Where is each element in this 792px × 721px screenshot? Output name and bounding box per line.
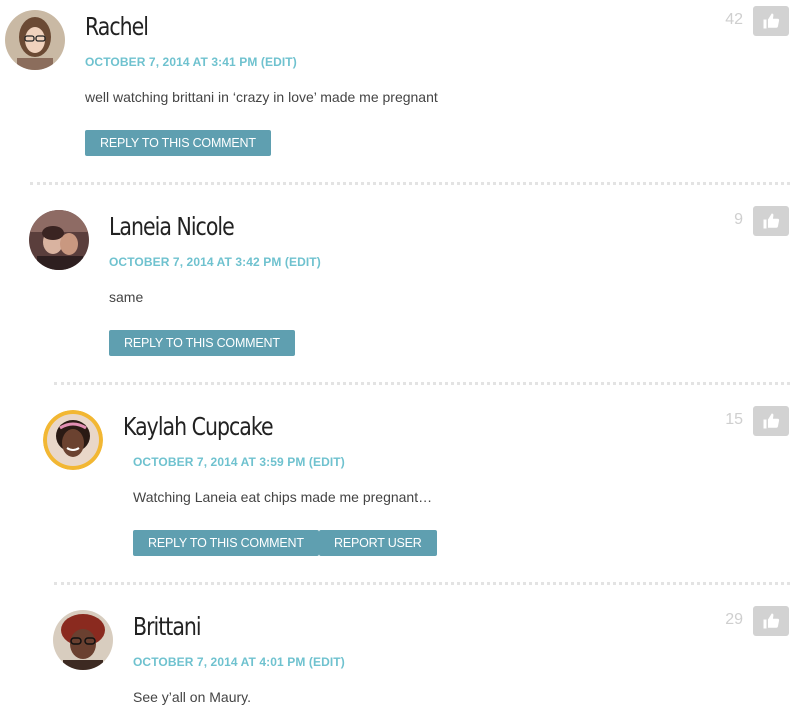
avatar[interactable] bbox=[53, 610, 113, 670]
reply-button[interactable]: REPLY TO THIS COMMENT bbox=[133, 530, 319, 556]
vote-count: 15 bbox=[725, 411, 743, 428]
thumbs-up-icon bbox=[763, 413, 780, 429]
like-button[interactable] bbox=[753, 206, 789, 236]
thumbs-up-icon bbox=[763, 213, 780, 229]
comment-date[interactable]: OCTOBER 7, 2014 AT 3:59 PM (EDIT) bbox=[133, 455, 345, 469]
comment-author[interactable]: Brittani bbox=[133, 612, 202, 641]
report-user-button[interactable]: REPORT USER bbox=[319, 530, 437, 556]
thumbs-up-icon bbox=[763, 13, 780, 29]
like-button[interactable] bbox=[753, 406, 789, 436]
vote-count: 29 bbox=[725, 611, 743, 628]
comment-separator bbox=[54, 382, 790, 385]
comment-text: See y’all on Maury. bbox=[133, 689, 252, 705]
like-button[interactable] bbox=[753, 6, 789, 36]
vote-count: 9 bbox=[734, 211, 743, 228]
comment-date[interactable]: OCTOBER 7, 2014 AT 3:41 PM (EDIT) bbox=[85, 55, 297, 69]
like-button[interactable] bbox=[753, 606, 789, 636]
comment-separator bbox=[54, 582, 790, 585]
comment-date[interactable]: OCTOBER 7, 2014 AT 4:01 PM (EDIT) bbox=[133, 655, 345, 669]
avatar[interactable] bbox=[5, 10, 65, 70]
comment-author[interactable]: Kaylah Cupcake bbox=[123, 412, 274, 441]
comment-author[interactable]: Laneia Nicole bbox=[109, 212, 235, 241]
reply-button[interactable]: REPLY TO THIS COMMENT bbox=[85, 130, 271, 156]
comment-text: well watching brittani in ‘crazy in love… bbox=[85, 89, 438, 105]
comment-separator bbox=[30, 182, 790, 185]
avatar[interactable] bbox=[29, 210, 89, 270]
comment-text: same bbox=[109, 289, 144, 305]
thumbs-up-icon bbox=[763, 613, 780, 629]
vote-count: 42 bbox=[725, 11, 743, 28]
reply-button[interactable]: REPLY TO THIS COMMENT bbox=[109, 330, 295, 356]
comment-author[interactable]: Rachel bbox=[85, 12, 149, 41]
comment-date[interactable]: OCTOBER 7, 2014 AT 3:42 PM (EDIT) bbox=[109, 255, 321, 269]
avatar[interactable] bbox=[43, 410, 103, 470]
comment-text: Watching Laneia eat chips made me pregna… bbox=[133, 489, 433, 505]
